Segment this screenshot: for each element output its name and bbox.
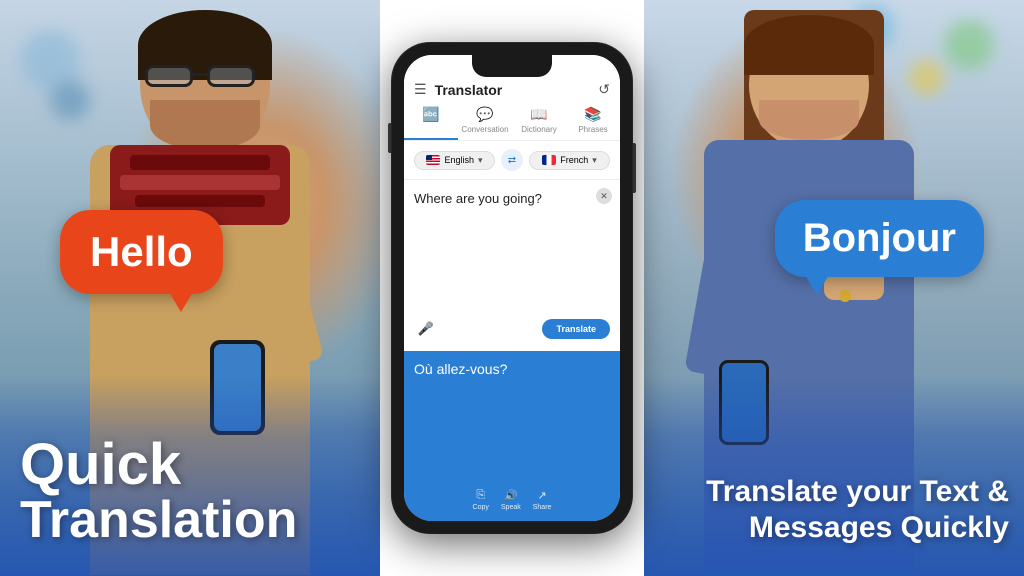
phrases-tab-label: Phrases bbox=[578, 125, 607, 134]
woman-hair-top bbox=[744, 15, 874, 75]
dictionary-tab-label: Dictionary bbox=[521, 125, 557, 134]
left-bottom-text: Quick Translation bbox=[20, 436, 297, 546]
mic-icon: 🎤 bbox=[418, 321, 434, 337]
output-area: Où allez-vous? ⎘ Copy 🔊 Speak ↗ Share bbox=[404, 351, 620, 522]
tab-phrases[interactable]: 📚 Phrases bbox=[566, 102, 620, 140]
history-icon[interactable]: ↺ bbox=[598, 81, 610, 98]
phone-power-button bbox=[633, 143, 636, 193]
main-container: Hello Quick Translation bbox=[0, 0, 1024, 576]
right-bottom-text: Translate your Text & Messages Quickly bbox=[706, 474, 1009, 546]
input-area: ✕ Where are you going? 🎤 Translate bbox=[404, 180, 620, 351]
share-action[interactable]: ↗ Share bbox=[533, 489, 552, 511]
share-label: Share bbox=[533, 504, 552, 511]
source-lang-dropdown-icon: ▾ bbox=[478, 155, 483, 166]
us-flag-icon bbox=[426, 155, 440, 165]
woman-jaw bbox=[759, 100, 859, 140]
tab-conversation[interactable]: 💬 Conversation bbox=[458, 102, 512, 140]
phone-mockup: ☰ Translator ↺ 🔤 💬 Conversation 📖 bbox=[392, 43, 632, 533]
menu-icon[interactable]: ☰ bbox=[414, 81, 427, 98]
fr-flag-icon bbox=[542, 155, 556, 165]
share-icon: ↗ bbox=[537, 489, 546, 502]
conversation-tab-label: Conversation bbox=[461, 125, 508, 134]
phrases-tab-icon: 📚 bbox=[584, 106, 601, 123]
quick-label: Quick bbox=[20, 436, 297, 494]
woman-ring bbox=[839, 290, 851, 302]
clear-input-button[interactable]: ✕ bbox=[596, 188, 612, 204]
right-panel: Bonjour Translate your Text & Messages Q… bbox=[644, 0, 1024, 576]
language-selector: English ▾ ⇄ French ▾ bbox=[404, 141, 620, 180]
conversation-tab-icon: 💬 bbox=[476, 106, 493, 123]
copy-icon: ⎘ bbox=[476, 489, 485, 502]
input-bottom-bar: 🎤 Translate bbox=[414, 317, 610, 341]
left-panel: Hello Quick Translation bbox=[0, 0, 380, 576]
swap-icon: ⇄ bbox=[508, 155, 516, 166]
copy-label: Copy bbox=[473, 504, 489, 511]
app-title: Translator bbox=[435, 82, 599, 98]
speak-icon: 🔊 bbox=[504, 489, 518, 502]
speak-label: Speak bbox=[501, 504, 521, 511]
translate-tab-icon: 🔤 bbox=[422, 106, 439, 123]
source-language-label: English bbox=[444, 155, 474, 165]
close-icon: ✕ bbox=[600, 191, 608, 202]
target-lang-dropdown-icon: ▾ bbox=[592, 155, 597, 166]
swap-languages-button[interactable]: ⇄ bbox=[501, 149, 523, 171]
translation-label: Translation bbox=[20, 494, 297, 546]
translate-button[interactable]: Translate bbox=[542, 319, 610, 339]
target-language-label: French bbox=[560, 155, 588, 165]
man-jaw bbox=[150, 100, 260, 150]
translated-text: Où allez-vous? bbox=[414, 361, 610, 484]
phone-volume-button bbox=[388, 123, 391, 153]
tab-dictionary[interactable]: 📖 Dictionary bbox=[512, 102, 566, 140]
phone-screen: ☰ Translator ↺ 🔤 💬 Conversation 📖 bbox=[404, 55, 620, 521]
speak-action[interactable]: 🔊 Speak bbox=[501, 489, 521, 511]
hello-speech-bubble: Hello bbox=[60, 210, 223, 294]
output-actions-bar: ⎘ Copy 🔊 Speak ↗ Share bbox=[414, 489, 610, 511]
man-glasses bbox=[145, 65, 255, 87]
bonjour-speech-bubble: Bonjour bbox=[775, 200, 984, 277]
copy-action[interactable]: ⎘ Copy bbox=[473, 489, 489, 511]
dictionary-tab-icon: 📖 bbox=[530, 106, 547, 123]
microphone-button[interactable]: 🎤 bbox=[414, 317, 438, 341]
source-language-button[interactable]: English ▾ bbox=[414, 151, 495, 170]
tab-bar: 🔤 💬 Conversation 📖 Dictionary 📚 Phrases bbox=[404, 98, 620, 141]
input-text-display[interactable]: Where are you going? bbox=[414, 190, 610, 311]
translate-line2: Messages Quickly bbox=[706, 510, 1009, 546]
phone-notch bbox=[472, 55, 552, 77]
target-language-button[interactable]: French ▾ bbox=[529, 151, 610, 170]
tab-translate[interactable]: 🔤 bbox=[404, 102, 458, 140]
translate-line1: Translate your Text & bbox=[706, 474, 1009, 510]
phone-body: ☰ Translator ↺ 🔤 💬 Conversation 📖 bbox=[392, 43, 632, 533]
